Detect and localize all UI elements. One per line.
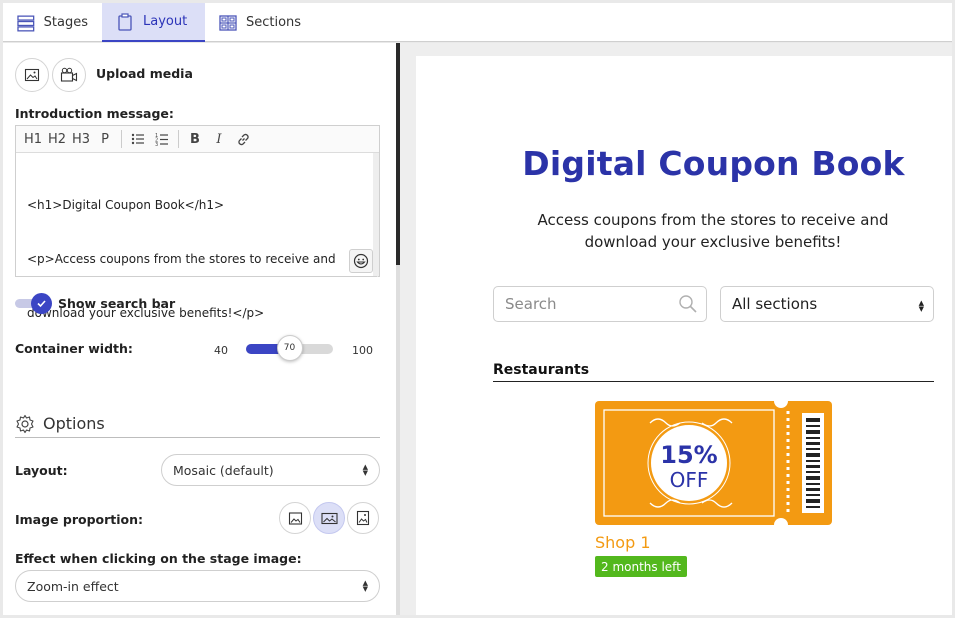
intro-editor: H1 H2 H3 P 123 B I <h1>Digital Coupon Bo…: [15, 125, 380, 320]
slider-max-label: 100: [352, 344, 373, 357]
h1-button[interactable]: H1: [21, 126, 45, 153]
image-portrait-icon: [288, 511, 302, 525]
section-heading: Restaurants: [493, 362, 934, 382]
preview-intro: Access coupons from the stores to receiv…: [494, 209, 932, 253]
search-bar-toggle[interactable]: [15, 293, 53, 314]
intro-textarea[interactable]: <h1>Digital Coupon Book</h1> <p>Access c…: [16, 153, 378, 320]
preview-intro-line: download your exclusive benefits!: [584, 233, 842, 251]
preview-title: Digital Coupon Book: [522, 144, 905, 183]
time-left-badge: 2 months left: [595, 556, 687, 577]
tab-label: Sections: [246, 15, 302, 30]
numbered-list-icon: 123: [155, 133, 168, 146]
container-width-slider[interactable]: 70: [246, 335, 333, 363]
bullet-list-button[interactable]: [126, 126, 150, 153]
stages-icon: [17, 14, 35, 31]
settings-panel: Upload media Introduction message: H1 H2…: [3, 43, 396, 615]
container-width-label: Container width:: [15, 341, 133, 356]
image-proportion-label: Image proportion:: [15, 512, 144, 527]
link-icon: [237, 133, 249, 145]
proportion-landscape-button[interactable]: [313, 502, 345, 534]
search-icon: [679, 295, 697, 313]
select-arrows-icon: ▲ ▼: [362, 463, 368, 477]
numbered-list-button[interactable]: 123: [150, 126, 174, 153]
shop-name-link[interactable]: Shop 1: [595, 533, 651, 552]
preview-sections-select[interactable]: All sections ▲ ▼: [720, 286, 934, 322]
intro-label: Introduction message:: [15, 106, 174, 121]
options-header: Options: [15, 410, 380, 438]
slider-min-label: 40: [214, 344, 228, 357]
layout-icon: [118, 12, 132, 31]
upload-image-button[interactable]: [15, 58, 49, 92]
effect-select-value: Zoom-in effect: [27, 578, 119, 594]
toolbar-divider: [178, 130, 179, 148]
coupon-big-text: 15%: [660, 441, 717, 469]
upload-video-button[interactable]: [52, 58, 86, 92]
image-landscape-icon: [320, 512, 338, 524]
h2-button[interactable]: H2: [45, 126, 69, 153]
italic-button[interactable]: I: [207, 126, 231, 153]
editor-toolbar: H1 H2 H3 P 123 B I: [16, 126, 379, 153]
svg-text:3: 3: [155, 142, 158, 146]
layout-label: Layout:: [15, 463, 68, 478]
preview-area: Digital Coupon Book Access coupons from …: [400, 43, 952, 615]
h3-button[interactable]: H3: [69, 126, 93, 153]
toolbar-divider: [121, 130, 122, 148]
image-icon: [24, 68, 40, 82]
emoji-button[interactable]: [349, 249, 373, 273]
preview-search-input[interactable]: Search: [493, 286, 707, 322]
preview-page: Digital Coupon Book Access coupons from …: [416, 56, 952, 615]
search-placeholder: Search: [505, 295, 557, 313]
coupon-image[interactable]: 15% OFF: [595, 401, 832, 525]
proportion-square-button[interactable]: [347, 502, 379, 534]
gear-icon: [16, 414, 34, 433]
image-tall-icon: [356, 510, 370, 526]
tab-stages[interactable]: Stages: [3, 3, 102, 42]
slider-thumb[interactable]: 70: [276, 335, 303, 361]
video-camera-icon: [60, 67, 78, 82]
bullet-list-icon: [131, 133, 144, 145]
check-icon: [37, 300, 46, 308]
tab-sections[interactable]: Sections: [205, 3, 320, 42]
layout-select[interactable]: Mosaic (default) ▲ ▼: [161, 454, 380, 486]
toggle-knob: [31, 293, 52, 314]
italic-icon: I: [216, 131, 222, 147]
paragraph-button[interactable]: P: [93, 126, 117, 153]
select-arrows-icon: ▲ ▼: [918, 299, 924, 313]
proportion-portrait-button[interactable]: [279, 502, 311, 534]
tab-label: Layout: [143, 14, 188, 29]
tab-layout[interactable]: Layout: [102, 3, 205, 42]
select-arrows-icon: ▲ ▼: [362, 579, 368, 593]
emoji-icon: [353, 253, 369, 269]
layout-select-value: Mosaic (default): [173, 462, 274, 478]
sections-select-value: All sections: [732, 295, 818, 313]
top-tab-bar: Stages Layout Sections: [3, 3, 952, 42]
bold-icon: B: [190, 131, 200, 147]
intro-line: <h1>Digital Coupon Book</h1>: [27, 198, 225, 212]
editor-scrollbar[interactable]: [373, 153, 379, 276]
bold-button[interactable]: B: [183, 126, 207, 153]
options-title: Options: [43, 414, 105, 433]
link-button[interactable]: [231, 126, 255, 153]
preview-intro-line: Access coupons from the stores to receiv…: [537, 211, 889, 229]
effect-label: Effect when clicking on the stage image:: [15, 551, 302, 566]
search-bar-label: Show search bar: [58, 296, 176, 311]
tab-label: Stages: [43, 15, 88, 30]
upload-media-label: Upload media: [96, 66, 193, 81]
intro-line: <p>Access coupons from the stores to rec…: [27, 252, 336, 266]
effect-select[interactable]: Zoom-in effect ▲ ▼: [15, 570, 380, 602]
coupon-small-text: OFF: [670, 468, 709, 492]
sections-icon: [219, 14, 237, 31]
